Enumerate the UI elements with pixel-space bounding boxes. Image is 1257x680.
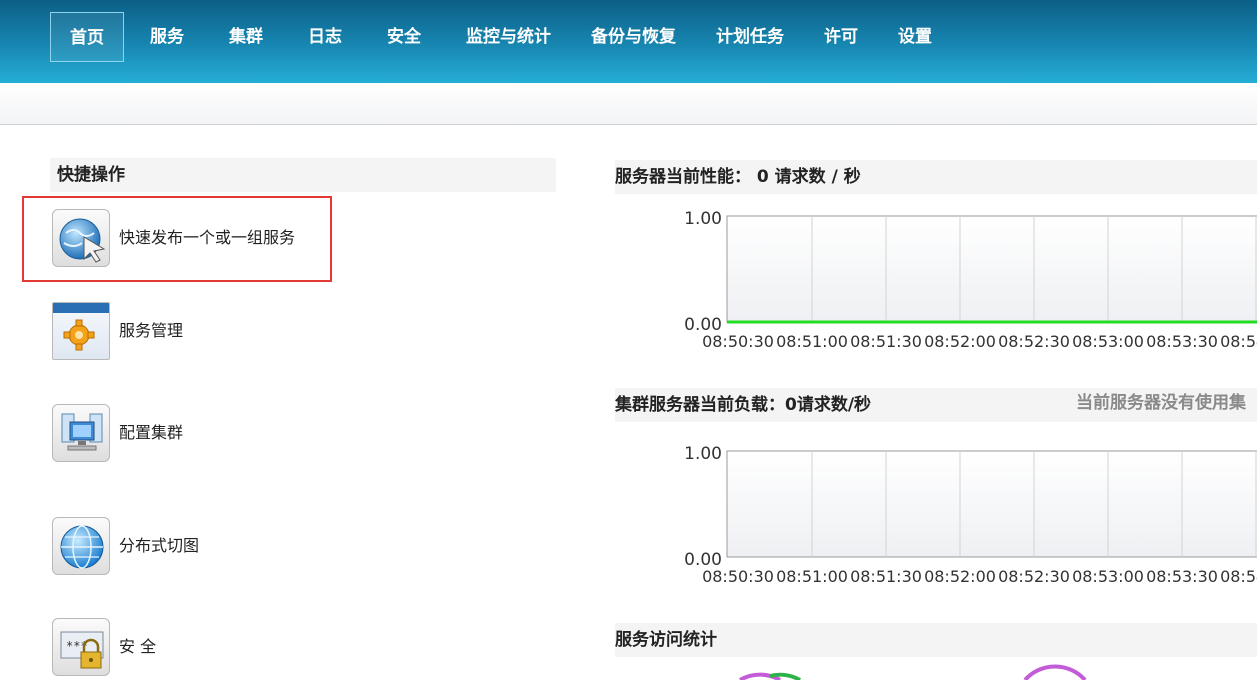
x-tick-label: 08:52:00 [924,332,996,351]
x-tick-label: 08:52:30 [998,332,1070,351]
x-tick-label: 08:51:00 [776,332,848,351]
plot-area [726,450,1257,558]
x-tick-label: 08:53:30 [1146,332,1218,351]
gear-window-icon [52,302,110,360]
sub-toolbar [0,83,1257,125]
distributed-tiling-label: 分布式切图 [119,536,200,555]
quick-publish-service[interactable]: 快速发布一个或一组服务 [50,207,320,269]
x-tick-label: 08:54:00 [1220,567,1257,586]
cluster-note: 当前服务器没有使用集 [1076,393,1246,413]
y-tick-label: 0.00 [684,315,722,335]
cluster-monitors-icon [52,404,110,462]
y-tick-label: 0.00 [684,550,722,570]
security-action[interactable]: *** 安 全 [50,616,320,678]
performance-chart-title: 服务器当前性能： 0 请求数 / 秒 [615,160,1257,194]
quick-publish-label: 快速发布一个或一组服务 [119,228,296,247]
nav-backup[interactable]: 备份与恢复 [591,12,676,62]
configure-cluster-label: 配置集群 [119,423,184,442]
nav-security[interactable]: 安全 [387,12,421,62]
nav-scheduled-tasks[interactable]: 计划任务 [716,12,784,62]
nav-services[interactable]: 服务 [150,12,184,62]
configure-cluster[interactable]: 配置集群 [50,402,320,464]
x-tick-label: 08:54:00 [1220,332,1257,351]
x-tick-label: 08:51:00 [776,567,848,586]
nav-cluster[interactable]: 集群 [229,12,263,62]
security-action-label: 安 全 [119,637,157,656]
x-tick-label: 08:51:30 [850,332,922,351]
x-tick-label: 08:52:30 [998,567,1070,586]
x-tick-label: 08:52:00 [924,567,996,586]
distributed-tiling[interactable]: 分布式切图 [50,515,320,577]
x-tick-label: 08:53:00 [1072,332,1144,351]
lock-password-icon: *** [52,618,110,676]
x-tick-label: 08:53:30 [1146,567,1218,586]
plot-area [726,215,1257,323]
nav-home[interactable]: 首页 [50,12,124,62]
access-stats-pies [739,664,1087,680]
service-management-label: 服务管理 [119,321,184,340]
quick-actions-heading: 快捷操作 [50,158,556,192]
y-tick-label: 1.00 [684,444,722,464]
x-tick-label: 08:51:30 [850,567,922,586]
cluster-chart: 08:50:30 08:51:00 08:51:30 08:52:00 08:52:30… [684,444,1257,586]
nav-logs[interactable]: 日志 [308,12,342,62]
x-tick-label: 08:53:00 [1072,567,1144,586]
globe-cursor-icon [52,209,110,267]
performance-chart: 08:50:30 08:51:00 08:51:30 08:52:00 08:52:30… [684,209,1257,351]
nav-monitoring[interactable]: 监控与统计 [466,12,551,62]
service-management[interactable]: 服务管理 [50,300,320,362]
y-tick-label: 1.00 [684,209,722,229]
globe-grid-icon [52,517,110,575]
top-navigation: 首页 服务 集群 日志 安全 监控与统计 备份与恢复 计划任务 许可 设置 [0,0,1257,83]
access-stats-title: 服务访问统计 [615,623,1257,657]
nav-license[interactable]: 许可 [824,12,858,62]
nav-settings[interactable]: 设置 [898,12,932,62]
